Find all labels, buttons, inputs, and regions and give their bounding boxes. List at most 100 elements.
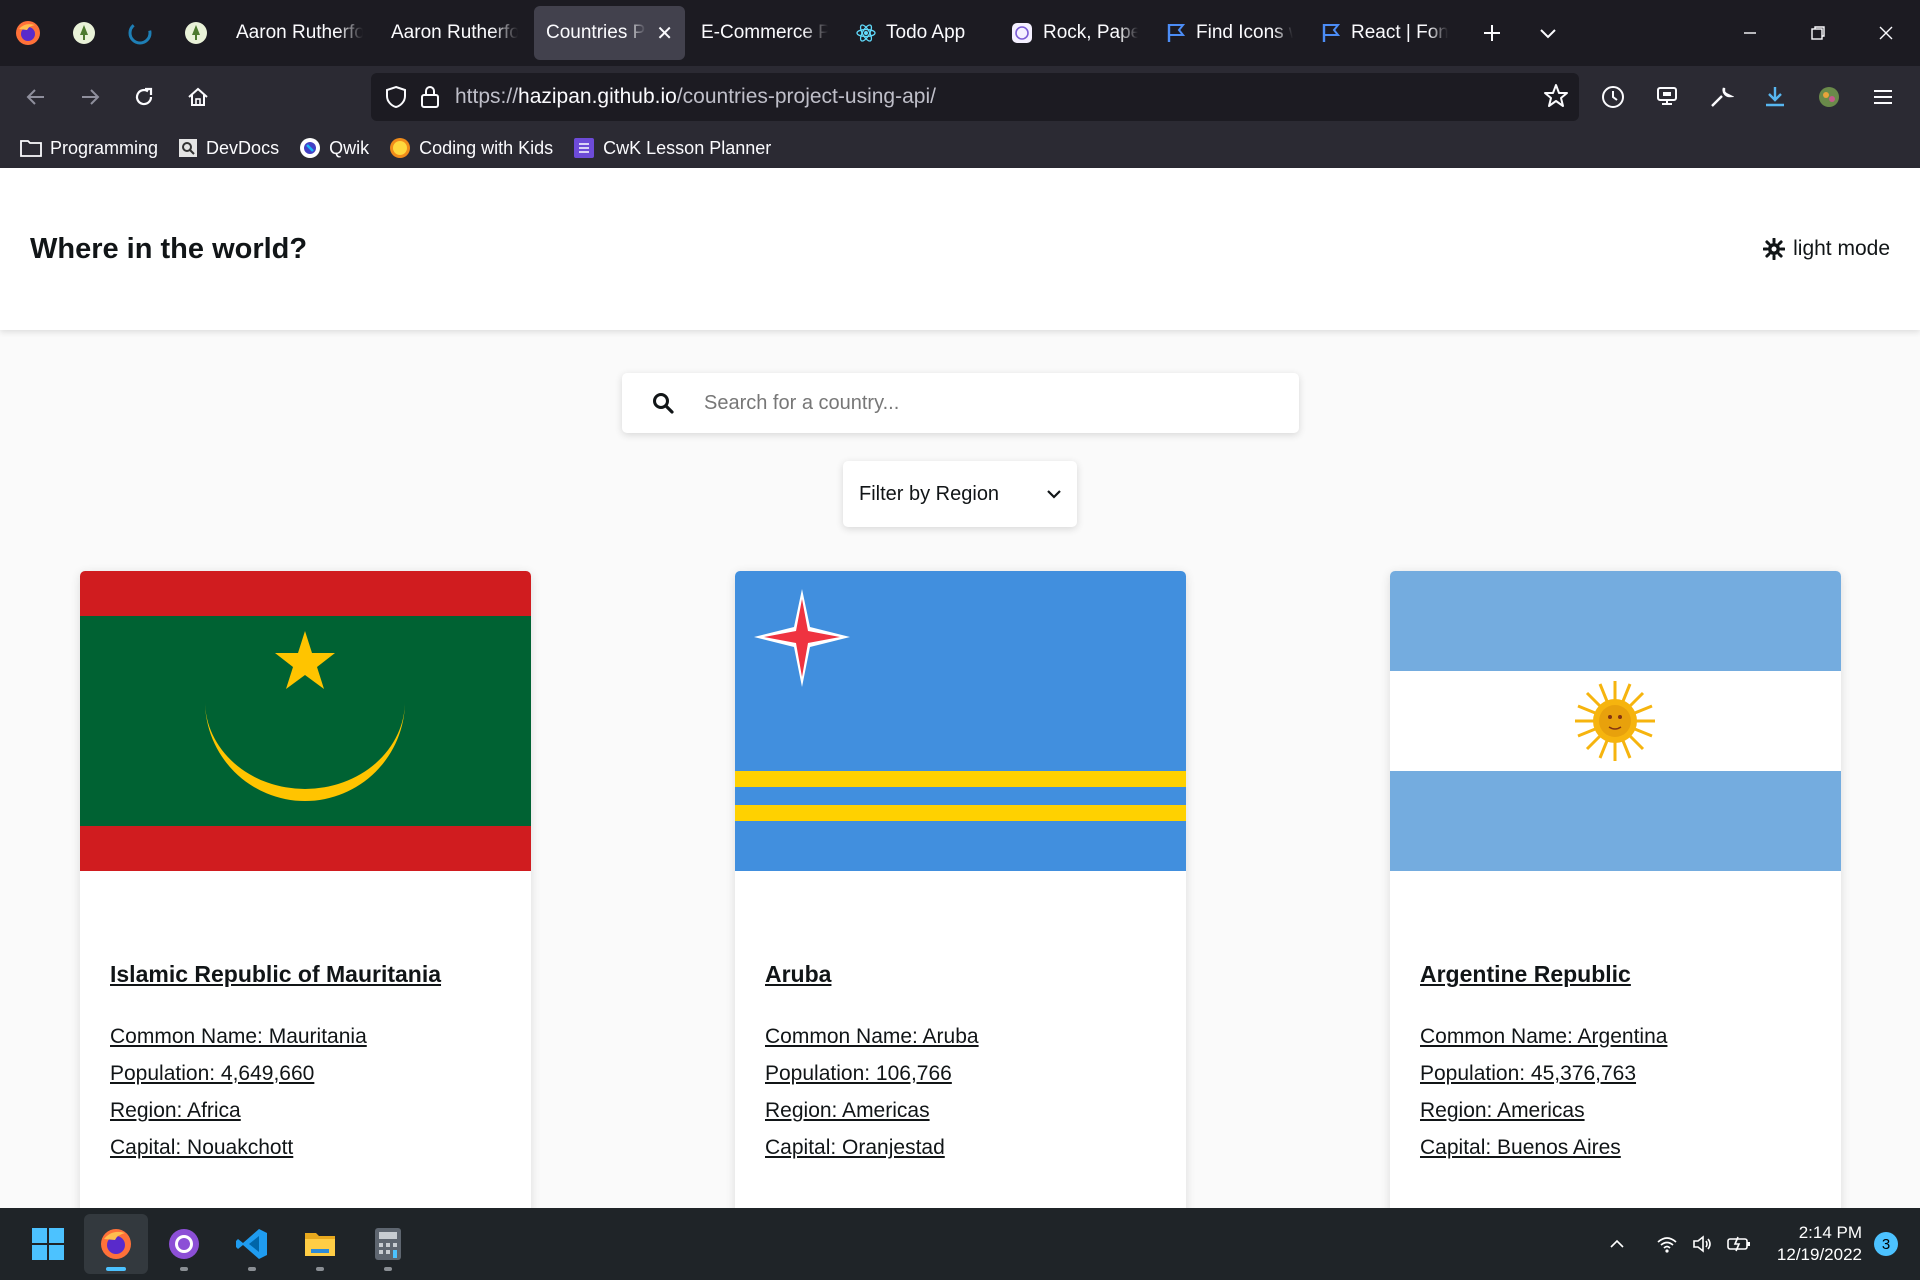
bookmark-programming[interactable]: Programming xyxy=(20,138,158,159)
browser-nav-bar: https://hazipan.github.io/countries-proj… xyxy=(0,66,1920,128)
volume-icon[interactable] xyxy=(1685,1234,1721,1254)
restore-icon[interactable] xyxy=(1784,0,1852,66)
pinned-site-icon xyxy=(128,21,152,45)
pinned-tab-3[interactable] xyxy=(168,0,224,66)
browser-tab[interactable]: React | Font xyxy=(1309,6,1460,60)
flag-icon xyxy=(1322,24,1341,42)
bookmark-cwk-lesson-planner[interactable]: CwK Lesson Planner xyxy=(573,137,771,159)
site-header: Where in the world? light mode xyxy=(0,168,1920,330)
country-official-name[interactable]: Argentine Republic xyxy=(1420,961,1811,988)
tab-list-chevron-icon[interactable] xyxy=(1520,0,1576,66)
country-card[interactable]: Islamic Republic of Mauritania Common Na… xyxy=(80,571,531,1251)
close-tab-icon[interactable]: ✕ xyxy=(656,21,673,46)
back-icon[interactable] xyxy=(9,70,63,124)
theme-toggle-button[interactable]: light mode xyxy=(1763,237,1890,261)
react-icon xyxy=(856,24,876,42)
extension-icon[interactable] xyxy=(1802,70,1856,124)
close-window-icon[interactable] xyxy=(1852,0,1920,66)
downloads-icon[interactable] xyxy=(1748,70,1802,124)
synced-tabs-icon[interactable] xyxy=(1640,70,1694,124)
qwik-icon xyxy=(300,138,321,158)
aruba-flag xyxy=(735,571,1186,871)
country-common-name[interactable]: Common Name: Aruba xyxy=(765,1018,1156,1055)
browser-tab[interactable]: E-Commerce Page xyxy=(689,6,840,60)
home-icon[interactable] xyxy=(171,70,225,124)
forward-icon[interactable] xyxy=(63,70,117,124)
bookmark-devdocs[interactable]: DevDocs xyxy=(178,138,279,159)
country-common-name[interactable]: Common Name: Argentina xyxy=(1420,1018,1811,1055)
file-explorer-icon[interactable] xyxy=(288,1214,352,1274)
shield-icon[interactable] xyxy=(385,85,407,109)
folder-icon xyxy=(20,140,42,157)
chevron-down-icon xyxy=(1047,490,1061,499)
country-population[interactable]: Population: 106,766 xyxy=(765,1055,1156,1092)
page-title: Where in the world? xyxy=(30,232,308,265)
country-capital[interactable]: Capital: Buenos Aires xyxy=(1420,1129,1811,1166)
hamburger-menu-icon[interactable] xyxy=(1856,70,1910,124)
lock-icon[interactable] xyxy=(419,85,441,109)
browser-tab[interactable]: Find Icons with xyxy=(1154,6,1305,60)
country-card[interactable]: Argentine Republic Common Name: Argentin… xyxy=(1390,571,1841,1251)
notification-badge[interactable]: 3 xyxy=(1874,1232,1898,1256)
history-icon[interactable] xyxy=(1586,70,1640,124)
search-icon xyxy=(653,393,674,414)
country-official-name[interactable]: Aruba xyxy=(765,961,1156,988)
game-icon xyxy=(1012,23,1032,43)
reload-icon[interactable] xyxy=(117,70,171,124)
country-population[interactable]: Population: 4,649,660 xyxy=(110,1055,501,1092)
windows-start-icon[interactable] xyxy=(16,1214,80,1274)
country-region[interactable]: Region: Africa xyxy=(110,1092,501,1129)
flag-icon xyxy=(1167,24,1186,42)
sun-icon xyxy=(1763,238,1786,260)
browser-tab[interactable]: Aaron Rutherford xyxy=(379,6,530,60)
taskbar-clock[interactable]: 2:14 PM 12/19/2022 xyxy=(1777,1222,1862,1266)
argentina-flag xyxy=(1390,571,1841,871)
system-tray: 2:14 PM 12/19/2022 3 xyxy=(1599,1208,1920,1280)
pinned-tab-2[interactable] xyxy=(112,0,168,66)
windows-taskbar: 2:14 PM 12/19/2022 3 xyxy=(0,1208,1920,1280)
card-info: Argentine Republic Common Name: Argentin… xyxy=(1390,871,1841,1166)
browser-tab[interactable]: Rock, Paper, Scissors xyxy=(999,6,1150,60)
pinned-site-icon xyxy=(185,22,207,44)
new-tab-icon[interactable] xyxy=(1464,0,1520,66)
firefox-taskbar-icon[interactable] xyxy=(84,1214,148,1274)
browser-tab-bar: Aaron Rutherford Aaron Rutherford Countr… xyxy=(0,0,1920,66)
chevron-up-icon[interactable] xyxy=(1599,1235,1635,1253)
country-population[interactable]: Population: 45,376,763 xyxy=(1420,1055,1811,1092)
search-box[interactable] xyxy=(622,373,1299,433)
mauritania-flag xyxy=(80,571,531,871)
country-capital[interactable]: Capital: Oranjestad xyxy=(765,1129,1156,1166)
browser-tab[interactable]: Todo App xyxy=(844,6,995,60)
vscode-icon[interactable] xyxy=(220,1214,284,1274)
calculator-icon[interactable] xyxy=(356,1214,420,1274)
card-info: Aruba Common Name: Aruba Population: 106… xyxy=(735,871,1186,1166)
github-desktop-icon[interactable] xyxy=(152,1214,216,1274)
country-common-name[interactable]: Common Name: Mauritania xyxy=(110,1018,501,1055)
country-official-name[interactable]: Islamic Republic of Mauritania xyxy=(110,961,501,988)
minimize-icon[interactable] xyxy=(1716,0,1784,66)
devdocs-icon xyxy=(179,139,198,157)
pinned-site-icon xyxy=(73,22,95,44)
bookmarks-toolbar: Programming DevDocs Qwik Coding with Kid… xyxy=(0,128,1920,168)
region-filter-select[interactable]: Filter by Region xyxy=(843,461,1077,527)
browser-tab-active[interactable]: Countries Project✕ xyxy=(534,6,685,60)
browser-tab[interactable]: Aaron Rutherford xyxy=(224,6,375,60)
cwk-icon xyxy=(390,138,411,158)
card-info: Islamic Republic of Mauritania Common Na… xyxy=(80,871,531,1166)
bookmark-coding-with-kids[interactable]: Coding with Kids xyxy=(389,137,553,159)
country-region[interactable]: Region: Americas xyxy=(1420,1092,1811,1129)
country-region[interactable]: Region: Americas xyxy=(765,1092,1156,1129)
country-capital[interactable]: Capital: Nouakchott xyxy=(110,1129,501,1166)
wrench-icon[interactable] xyxy=(1694,70,1748,124)
bookmark-star-icon[interactable] xyxy=(1543,83,1569,109)
url-text[interactable]: https://hazipan.github.io/countries-proj… xyxy=(455,85,936,109)
url-bar[interactable]: https://hazipan.github.io/countries-proj… xyxy=(371,73,1579,121)
wifi-icon[interactable] xyxy=(1649,1234,1685,1254)
search-input[interactable] xyxy=(704,391,1264,415)
pinned-tab-1[interactable] xyxy=(56,0,112,66)
bookmark-qwik[interactable]: Qwik xyxy=(299,137,369,159)
country-card[interactable]: Aruba Common Name: Aruba Population: 106… xyxy=(735,571,1186,1251)
list-icon xyxy=(574,138,595,158)
firefox-menu-icon[interactable] xyxy=(0,0,56,66)
battery-icon[interactable] xyxy=(1721,1234,1757,1254)
